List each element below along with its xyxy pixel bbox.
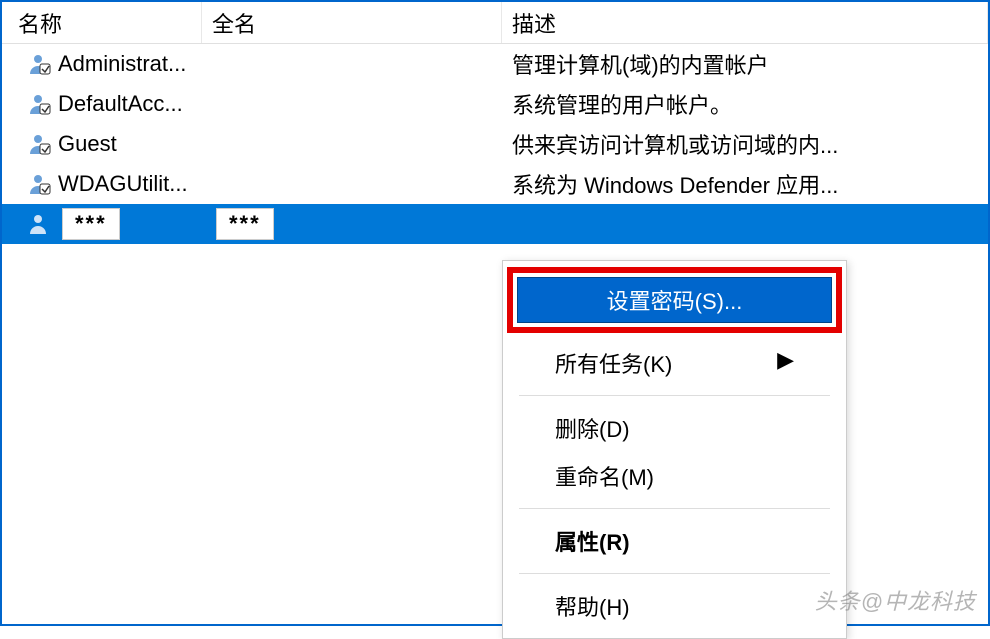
highlight-annotation: 设置密码(S)... — [507, 267, 842, 333]
menu-item-all-tasks[interactable]: 所有任务(K) ▶ — [505, 339, 844, 387]
user-name: Administrat... — [58, 51, 186, 77]
table-row[interactable]: WDAGUtilit... 系统为 Windows Defender 应用... — [2, 164, 988, 204]
user-icon — [28, 212, 52, 236]
menu-item-properties[interactable]: 属性(R) — [505, 517, 844, 565]
user-description: 供来宾访问计算机或访问域的内... — [502, 124, 988, 164]
table-row-selected[interactable]: *** *** — [2, 204, 988, 244]
table-row[interactable]: Guest 供来宾访问计算机或访问域的内... — [2, 124, 988, 164]
user-icon — [28, 132, 52, 156]
user-description — [502, 204, 988, 244]
user-icon — [28, 92, 52, 116]
user-description: 管理计算机(域)的内置帐户 — [502, 44, 988, 84]
table-row[interactable]: DefaultAcc... 系统管理的用户帐户。 — [2, 84, 988, 124]
menu-label: 所有任务(K) — [555, 352, 672, 377]
menu-separator — [519, 395, 830, 396]
menu-item-help[interactable]: 帮助(H) — [505, 582, 844, 630]
user-fullname — [202, 84, 502, 124]
user-fullname-masked: *** — [216, 208, 274, 240]
column-header-fullname[interactable]: 全名 — [202, 2, 502, 43]
user-fullname — [202, 124, 502, 164]
user-name: Guest — [58, 131, 117, 157]
chevron-right-icon: ▶ — [777, 347, 794, 373]
column-header-row: 名称 全名 描述 — [2, 2, 988, 44]
table-row[interactable]: Administrat... 管理计算机(域)的内置帐户 — [2, 44, 988, 84]
column-header-description[interactable]: 描述 — [502, 2, 988, 43]
menu-item-delete[interactable]: 删除(D) — [505, 404, 844, 452]
menu-item-rename[interactable]: 重命名(M) — [505, 452, 844, 500]
menu-item-set-password[interactable]: 设置密码(S)... — [517, 277, 832, 323]
context-menu: 设置密码(S)... 所有任务(K) ▶ 删除(D) 重命名(M) 属性(R) … — [502, 260, 847, 639]
user-description: 系统为 Windows Defender 应用... — [502, 164, 988, 204]
user-icon — [28, 172, 52, 196]
watermark: 头条@中龙科技 — [815, 584, 976, 616]
user-icon — [28, 52, 52, 76]
column-header-name[interactable]: 名称 — [2, 2, 202, 43]
user-fullname — [202, 164, 502, 204]
menu-separator — [519, 573, 830, 574]
user-fullname — [202, 44, 502, 84]
user-description: 系统管理的用户帐户。 — [502, 84, 988, 124]
menu-separator — [519, 508, 830, 509]
user-name-masked: *** — [62, 208, 120, 240]
users-panel: 名称 全名 描述 Administrat... 管理计算机(域)的内置帐户 De… — [0, 0, 990, 626]
user-name: WDAGUtilit... — [58, 171, 188, 197]
user-name: DefaultAcc... — [58, 91, 183, 117]
